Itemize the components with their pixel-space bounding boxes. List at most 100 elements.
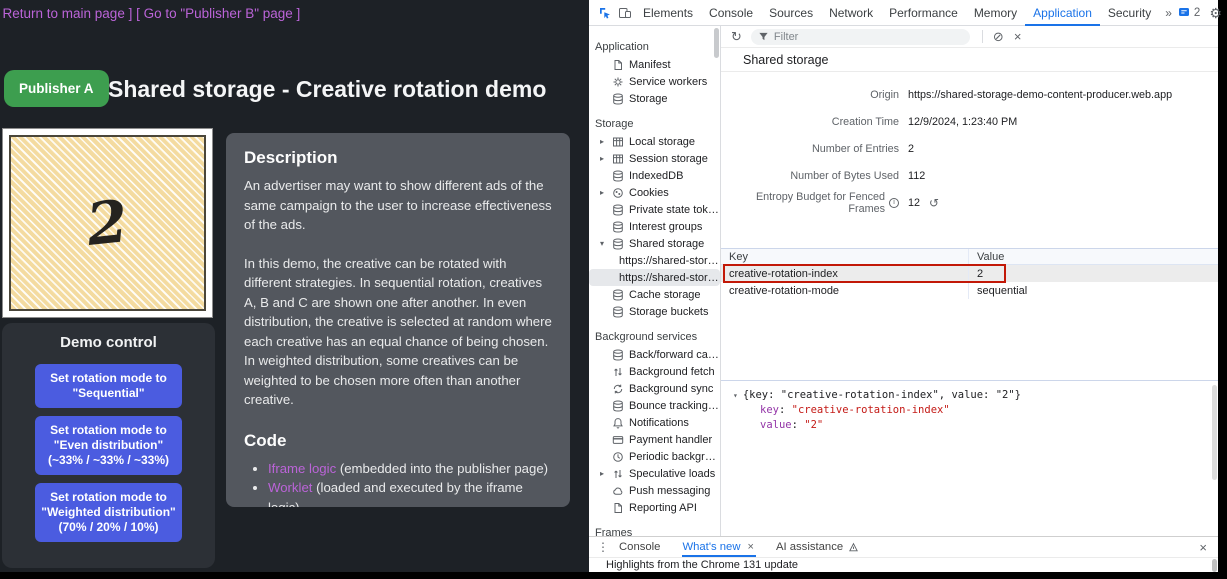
sidebar-item-periodic-background-sync[interactable]: Periodic backgroun… xyxy=(589,448,720,465)
devtools-body: Application Manifest Service workers Sto… xyxy=(589,26,1218,536)
more-tabs-icon[interactable]: » xyxy=(1159,6,1178,20)
publisher-b-link[interactable]: [ Go to "Publisher B" page ] xyxy=(136,6,300,21)
close-tab-icon[interactable]: × xyxy=(748,541,754,553)
delete-all-icon[interactable]: × xyxy=(1014,29,1022,44)
sidebar-item-label: IndexedDB xyxy=(629,170,683,182)
drawer-tab-ai-assistance[interactable]: AI assistance xyxy=(776,537,859,557)
chevron-right-icon[interactable]: ▸ xyxy=(600,469,604,478)
sequential-mode-button[interactable]: Set rotation mode to "Sequential" xyxy=(35,364,182,408)
button-line: "Weighted distribution" xyxy=(39,505,178,520)
tab-application[interactable]: Application xyxy=(1025,0,1100,26)
sidebar-item-notifications[interactable]: Notifications xyxy=(589,414,720,431)
issues-icon xyxy=(1178,7,1190,18)
database-icon xyxy=(612,93,624,105)
sidebar-item-storage-buckets[interactable]: Storage buckets xyxy=(589,303,720,320)
sidebar-item-cookies[interactable]: ▸Cookies xyxy=(589,184,720,201)
tab-elements[interactable]: Elements xyxy=(635,0,701,26)
section-header-background-services: Background services xyxy=(589,329,720,346)
sidebar-item-shared-storage-origin-2[interactable]: https://shared-storage… xyxy=(589,269,720,286)
payment-card-icon xyxy=(612,434,624,446)
tab-memory[interactable]: Memory xyxy=(966,0,1025,26)
sidebar-item-indexeddb[interactable]: IndexedDB xyxy=(589,167,720,184)
database-icon xyxy=(612,289,624,301)
sidebar-item-shared-storage[interactable]: ▾Shared storage xyxy=(589,235,720,252)
even-distribution-button[interactable]: Set rotation mode to "Even distribution"… xyxy=(35,416,182,475)
sidebar-item-background-fetch[interactable]: Background fetch xyxy=(589,363,720,380)
table-row[interactable]: creative-rotation-mode sequential xyxy=(721,282,1218,299)
page-title: Shared storage - Creative rotation demo xyxy=(108,76,546,103)
sidebar-item-session-storage[interactable]: ▸Session storage xyxy=(589,150,720,167)
button-line: "Even distribution" xyxy=(39,438,178,453)
iframe-logic-link[interactable]: Iframe logic xyxy=(268,461,336,476)
preview-summary: {key: "creative-rotation-index", value: … xyxy=(743,389,1021,401)
tab-sources[interactable]: Sources xyxy=(761,0,821,26)
filter-input[interactable] xyxy=(774,31,944,43)
sidebar-item-shared-storage-origin-1[interactable]: https://shared-storage… xyxy=(589,252,720,269)
expand-triangle-icon[interactable]: ▾ xyxy=(733,391,738,400)
whats-new-headline[interactable]: Highlights from the Chrome 131 update xyxy=(606,559,798,571)
sidebar-item-manifest[interactable]: Manifest xyxy=(589,56,720,73)
sidebar-item-payment-handler[interactable]: Payment handler xyxy=(589,431,720,448)
sidebar-item-background-sync[interactable]: Background sync xyxy=(589,380,720,397)
tab-network[interactable]: Network xyxy=(821,0,881,26)
column-header-value[interactable]: Value xyxy=(969,249,1218,264)
chevron-right-icon[interactable]: ▸ xyxy=(600,188,604,197)
device-toolbar-icon[interactable] xyxy=(615,4,635,22)
demo-control-panel: Demo control Set rotation mode to "Seque… xyxy=(2,323,215,568)
sidebar-item-speculative-loads[interactable]: ▸Speculative loads xyxy=(589,465,720,482)
meta-label: Entropy Budget for Fenced Framesi xyxy=(721,191,899,215)
clock-icon xyxy=(612,451,624,463)
sidebar-item-label: Bounce tracking miti… xyxy=(629,400,720,412)
sidebar-item-bounce-tracking[interactable]: Bounce tracking miti… xyxy=(589,397,720,414)
sidebar-item-label: Local storage xyxy=(629,136,695,148)
sidebar-item-local-storage[interactable]: ▸ Local storage xyxy=(589,133,720,150)
devtools-tabbar: Elements Console Sources Network Perform… xyxy=(589,0,1218,26)
sidebar-item-interest-groups[interactable]: Interest groups xyxy=(589,218,720,235)
section-header-storage: Storage xyxy=(589,116,720,133)
close-drawer-icon[interactable]: × xyxy=(1199,540,1207,555)
sidebar-item-reporting-api[interactable]: Reporting API xyxy=(589,499,720,516)
chevron-right-icon[interactable]: ▸ xyxy=(600,154,604,163)
drawer-menu-icon[interactable]: ⋮ xyxy=(597,540,609,554)
chevron-right-icon[interactable]: ▸ xyxy=(600,137,604,146)
sidebar-item-push-messaging[interactable]: Push messaging xyxy=(589,482,720,499)
sidebar-item-service-workers[interactable]: Service workers xyxy=(589,73,720,90)
description-para-2: In this demo, the creative can be rotate… xyxy=(244,254,552,410)
preview-scrollbar[interactable] xyxy=(1212,385,1217,480)
reset-entropy-icon[interactable]: ↺ xyxy=(929,196,939,210)
sidebar-item-private-state-tokens[interactable]: Private state tokens xyxy=(589,201,720,218)
tab-console[interactable]: Console xyxy=(701,0,761,26)
table-row[interactable]: creative-rotation-index 2 xyxy=(721,265,1218,282)
return-link[interactable]: [ Return to main page ] xyxy=(0,6,132,21)
sidebar-item-back-forward-cache[interactable]: Back/forward cache xyxy=(589,346,720,363)
drawer-tab-whats-new[interactable]: What's new× xyxy=(682,537,755,557)
drawer-tab-console[interactable]: Console xyxy=(619,537,660,557)
tab-performance[interactable]: Performance xyxy=(881,0,966,26)
info-icon[interactable]: i xyxy=(889,198,899,208)
code-links-list: Iframe logic (embedded into the publishe… xyxy=(244,459,552,508)
sidebar-item-cache-storage[interactable]: Cache storage xyxy=(589,286,720,303)
database-icon xyxy=(612,349,624,361)
sidebar-item-label: Interest groups xyxy=(629,221,702,233)
top-nav: [ Return to main page ] [ Go to "Publish… xyxy=(0,6,300,21)
devtools-window: Elements Console Sources Network Perform… xyxy=(589,0,1218,572)
issues-counter[interactable]: 2 xyxy=(1178,7,1200,19)
tab-security[interactable]: Security xyxy=(1100,0,1159,26)
drawer-scrollbar[interactable] xyxy=(1212,559,1217,572)
refresh-icon[interactable]: ↻ xyxy=(731,29,742,45)
chevron-down-icon[interactable]: ▾ xyxy=(600,239,604,248)
inspect-element-icon[interactable] xyxy=(595,4,615,22)
sidebar-scrollbar[interactable] xyxy=(714,28,719,58)
button-line: Set rotation mode to xyxy=(39,423,178,438)
weighted-distribution-button[interactable]: Set rotation mode to "Weighted distribut… xyxy=(35,483,182,542)
bell-icon xyxy=(612,417,624,429)
sidebar-item-storage[interactable]: Storage xyxy=(589,90,720,107)
screenshot-root: [ Return to main page ] [ Go to "Publish… xyxy=(0,0,1227,579)
sidebar-item-label: Notifications xyxy=(629,417,689,429)
settings-gear-icon[interactable]: ⚙ xyxy=(1209,6,1222,20)
block-icon[interactable]: ⊘ xyxy=(993,29,1004,45)
database-icon xyxy=(612,204,624,216)
worklet-link[interactable]: Worklet xyxy=(268,480,312,495)
devtools-controls: 2 ⚙ ⋮ × xyxy=(1178,6,1227,20)
column-header-key[interactable]: Key xyxy=(721,249,969,264)
